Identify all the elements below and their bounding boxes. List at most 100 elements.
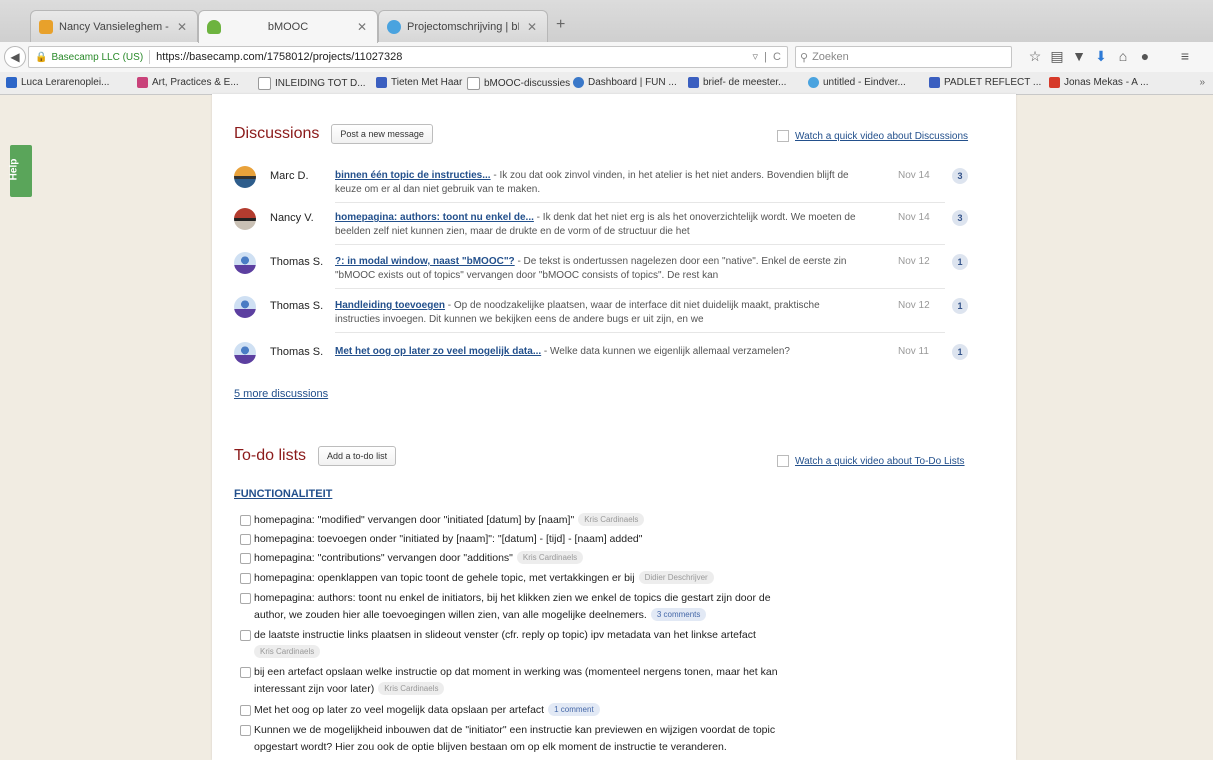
comment-count-badge[interactable]: 1 xyxy=(952,254,968,270)
todo-text[interactable]: author, we zouden hier alle toevoegingen… xyxy=(254,609,647,621)
todo-text[interactable]: homepagina: openklappen van topic toont … xyxy=(254,572,635,584)
youtube-icon xyxy=(1049,77,1060,88)
bookmark-item[interactable]: brief- de meester... xyxy=(688,77,786,88)
new-tab-button[interactable]: + xyxy=(556,16,565,34)
comments-badge[interactable]: 3 comments xyxy=(650,608,707,621)
close-icon[interactable]: ✕ xyxy=(355,20,369,34)
todo-text[interactable]: de laatste instructie links plaatsen in … xyxy=(254,629,756,641)
assignee-badge[interactable]: Kris Cardinaels xyxy=(378,682,445,695)
video-icon xyxy=(777,455,789,467)
assignee-badge[interactable]: Didier Deschrijver xyxy=(638,571,714,584)
bookmark-item[interactable]: Jonas Mekas - A ... xyxy=(1049,77,1148,88)
todo-text[interactable]: opgestart wordt? Hier zou ook de optie b… xyxy=(254,741,727,753)
todo-text[interactable]: homepagina: "modified" vervangen door "i… xyxy=(254,514,574,526)
bookmark-item[interactable]: INLEIDING TOT D... xyxy=(258,77,366,90)
todo-text[interactable]: interessant zijn voor later) xyxy=(254,683,374,695)
todos-video-link[interactable]: Watch a quick video about To-Do Lists xyxy=(777,455,965,467)
todo-text[interactable]: bij een artefact opslaan welke instructi… xyxy=(254,666,778,678)
browser-tab-bar: Nancy Vansieleghem - Ou... ✕ bMOOC ✕ Pro… xyxy=(0,0,1213,43)
todo-checkbox[interactable] xyxy=(240,667,251,678)
todo-checkbox[interactable] xyxy=(240,593,251,604)
star-icon[interactable]: ☆ xyxy=(1024,48,1046,65)
todo-checkbox[interactable] xyxy=(240,630,251,641)
discussions-video-link[interactable]: Watch a quick video about Discussions xyxy=(777,130,968,142)
discussion-subject-link[interactable]: binnen één topic de instructies... xyxy=(335,170,491,181)
divider xyxy=(335,288,945,289)
bookmark-item[interactable]: untitled - Eindver... xyxy=(808,77,906,88)
folder-icon xyxy=(467,77,480,90)
back-button[interactable]: ◀ xyxy=(4,46,26,68)
discussion-date: Nov 12 xyxy=(898,256,930,267)
todos-title: To-do lists xyxy=(234,447,307,464)
close-icon[interactable]: ✕ xyxy=(175,20,189,34)
bookmark-item[interactable]: Tieten Met Haar xyxy=(376,77,462,88)
discussion-summary: Met het oog op later zo veel mogelijk da… xyxy=(335,346,790,357)
tab-title: Nancy Vansieleghem - Ou... xyxy=(59,20,169,33)
close-icon[interactable]: ✕ xyxy=(525,20,539,34)
discussion-date: Nov 14 xyxy=(898,170,930,181)
discussion-subject-link[interactable]: Handleiding toevoegen xyxy=(335,300,445,311)
comment-count-badge[interactable]: 1 xyxy=(952,344,968,360)
globe-icon xyxy=(387,19,401,34)
site-identity[interactable]: Basecamp LLC (US) xyxy=(51,52,143,63)
todo-checkbox[interactable] xyxy=(240,515,251,526)
todo-text[interactable]: homepagina: "contributions" vervangen do… xyxy=(254,552,513,564)
search-icon: ⚲ xyxy=(800,51,809,64)
discussion-subject-link[interactable]: ?: in modal window, naast "bMOOC"? xyxy=(335,256,515,267)
todo-text[interactable]: homepagina: authors: toont nu enkel de i… xyxy=(254,592,771,604)
bookmark-icon xyxy=(929,77,940,88)
assignee-badge[interactable]: Kris Cardinaels xyxy=(578,513,645,526)
menu-icon[interactable]: ≡ xyxy=(1174,48,1196,65)
bookmark-item[interactable]: bMOOC-discussies xyxy=(467,77,570,90)
todo-item: homepagina: "contributions" vervangen do… xyxy=(234,550,894,567)
todo-item: homepagina: "modified" vervangen door "i… xyxy=(234,512,894,529)
assignee-badge[interactable]: Kris Cardinaels xyxy=(254,645,321,658)
divider xyxy=(335,202,945,203)
mail-icon xyxy=(39,19,53,34)
bookmark-item[interactable]: PADLET REFLECT ... xyxy=(929,77,1041,88)
todo-checkbox[interactable] xyxy=(240,534,251,545)
browser-tab-mail[interactable]: Nancy Vansieleghem - Ou... ✕ xyxy=(30,10,198,42)
address-bar[interactable]: 🔒 Basecamp LLC (US) https://basecamp.com… xyxy=(28,46,788,68)
bookmark-icon xyxy=(376,77,387,88)
bookmarks-overflow-button[interactable]: » xyxy=(1199,77,1205,88)
assignee-badge[interactable]: Kris Cardinaels xyxy=(516,551,584,564)
more-discussions-link[interactable]: 5 more discussions xyxy=(234,388,328,400)
bookmark-item[interactable]: Luca Lerarenoplei... xyxy=(6,77,109,88)
comments-badge[interactable]: 1 comment xyxy=(548,703,600,716)
todo-checkbox[interactable] xyxy=(240,573,251,584)
comment-count-badge[interactable]: 1 xyxy=(952,298,968,314)
comment-count-badge[interactable]: 3 xyxy=(952,210,968,226)
todo-text[interactable]: homepagina: toevoegen onder "initiated b… xyxy=(254,533,642,545)
todo-text[interactable]: Kunnen we de mogelijkheid inbouwen dat d… xyxy=(254,724,775,736)
home-icon[interactable]: ⌂ xyxy=(1112,48,1134,65)
discussion-subject-link[interactable]: homepagina: authors: toont nu enkel de..… xyxy=(335,212,534,223)
todo-item: homepagina: openklappen van topic toont … xyxy=(234,570,894,587)
avatar xyxy=(234,208,256,230)
browser-tab-bmooc[interactable]: bMOOC ✕ xyxy=(198,10,378,43)
help-tab[interactable]: Help xyxy=(8,145,32,197)
search-input[interactable]: ⚲ Zoeken xyxy=(795,46,1012,68)
discussion-date: Nov 11 xyxy=(898,346,929,357)
url-text[interactable]: https://basecamp.com/1758012/projects/11… xyxy=(156,51,402,63)
download-icon[interactable]: ⬇ xyxy=(1090,48,1112,65)
tab-title: Projectomschrijving | bMo... xyxy=(407,20,519,33)
chat-icon[interactable]: ● xyxy=(1134,48,1156,65)
todo-list-title-link[interactable]: FUNCTIONALITEIT xyxy=(234,488,332,500)
todo-checkbox[interactable] xyxy=(240,725,251,736)
discussion-subject-link[interactable]: Met het oog op later zo veel mogelijk da… xyxy=(335,346,541,357)
search-placeholder: Zoeken xyxy=(812,51,849,63)
bookmark-icon xyxy=(573,77,584,88)
todo-text[interactable]: Met het oog op later zo veel mogelijk da… xyxy=(254,704,544,716)
bookmark-item[interactable]: Art, Practices & E... xyxy=(137,77,239,88)
add-todo-list-button[interactable]: Add a to-do list xyxy=(318,446,397,466)
reload-icon[interactable]: ▿ | C xyxy=(752,50,781,63)
comment-count-badge[interactable]: 3 xyxy=(952,168,968,184)
post-message-button[interactable]: Post a new message xyxy=(331,124,433,144)
browser-tab-project[interactable]: Projectomschrijving | bMo... ✕ xyxy=(378,10,548,42)
clipboard-icon[interactable]: ▤ xyxy=(1046,48,1068,65)
bookmark-item[interactable]: Dashboard | FUN ... xyxy=(573,77,677,88)
pocket-icon[interactable]: ▼ xyxy=(1068,48,1090,65)
todo-checkbox[interactable] xyxy=(240,553,251,564)
todo-checkbox[interactable] xyxy=(240,705,251,716)
